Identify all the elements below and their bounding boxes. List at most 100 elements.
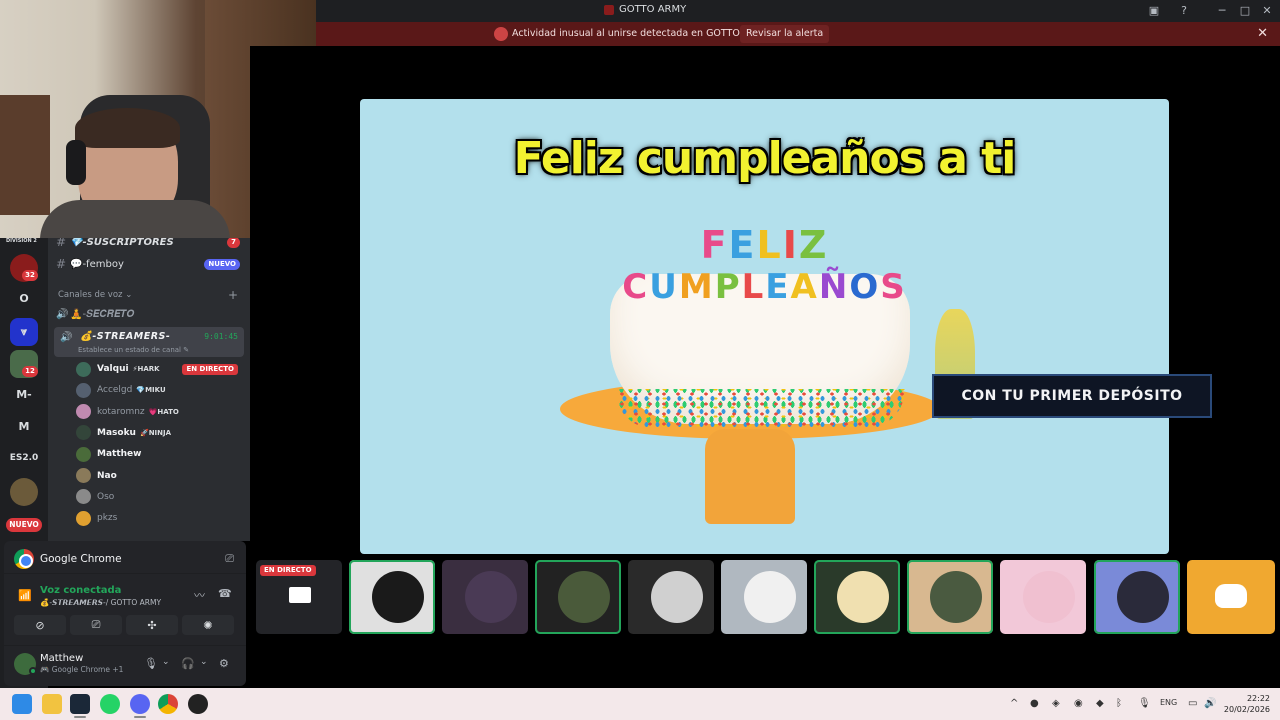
voice-user[interactable]: pkzs	[76, 509, 244, 527]
app-icon[interactable]	[188, 694, 208, 714]
volume-icon[interactable]: 🔊	[1204, 698, 1216, 709]
voice-user[interactable]: Valqui ⚡HARK EN DIRECTO	[76, 360, 244, 378]
server-alert-icon	[494, 27, 508, 41]
settings-gear-icon[interactable]: ⚙	[219, 657, 229, 670]
active-channel-name: 💰-𝙎𝙏𝙍𝙀𝘼𝙈𝙀𝙍𝙎-	[80, 331, 171, 342]
tray-shield-icon[interactable]: ◈	[1052, 698, 1060, 709]
channel-suscriptores[interactable]: # 💎-𝙎𝙐𝙎𝘾𝙍𝙄𝙋𝙏𝙊𝙍𝙀𝙎 7	[56, 238, 244, 252]
discord-logo-icon	[1215, 584, 1247, 608]
server-icon-3[interactable]: ⩔	[10, 318, 38, 346]
server-icon-6[interactable]: M	[10, 412, 38, 440]
voice-channel-streamers[interactable]: 🔊 💰-𝙎𝙏𝙍𝙀𝘼𝙈𝙀𝙍𝙎- 9:01:45 Establece un esta…	[54, 327, 244, 357]
candle-letter: O	[849, 267, 881, 307]
participant-tile[interactable]	[442, 560, 528, 634]
server-icon-8[interactable]	[10, 478, 38, 506]
clock[interactable]: 22:22 20/02/2026	[1224, 693, 1270, 715]
disconnect-icon[interactable]: ☎	[218, 587, 232, 600]
share-screen-button[interactable]: ⎚	[70, 615, 122, 635]
voice-user[interactable]: kotaromnz 💗HATO	[76, 403, 244, 421]
minimize-icon[interactable]: ─	[1214, 3, 1230, 19]
server-icon-2[interactable]: O	[10, 284, 38, 312]
close-window-icon[interactable]: ✕	[1259, 3, 1275, 19]
windows-start-icon[interactable]	[12, 694, 32, 714]
voice-connected-label[interactable]: Voz conectada	[40, 585, 121, 596]
alert-text: Actividad inusual al unirse detectada en…	[512, 28, 770, 39]
headphones-icon[interactable]: 🎧	[181, 657, 195, 670]
voice-channel-secreto[interactable]: 🔊 🧘-𝑺𝑬𝑪𝑹𝑬𝑻𝑶	[56, 304, 244, 324]
avatar	[76, 468, 91, 483]
participant-tile[interactable]	[349, 560, 435, 634]
bluetooth-icon[interactable]: ᛒ	[1116, 698, 1122, 709]
server-icon-7[interactable]: ES2.0	[10, 444, 39, 472]
noise-suppression-icon[interactable]: 〰	[194, 587, 205, 603]
network-icon[interactable]: ▭	[1188, 698, 1197, 709]
screen-share-icon[interactable]: ⎚	[225, 552, 234, 566]
avatar	[465, 571, 517, 623]
channel-femboy[interactable]: # 💬-femboy NUEVO	[56, 254, 244, 274]
whatsapp-icon[interactable]	[100, 694, 120, 714]
stream-view[interactable]: FELIZ CUMPLEAÑOS Feliz cumpleaños a ti	[360, 99, 1169, 554]
chevron-up-icon[interactable]: ^	[1010, 698, 1018, 709]
participant-tile[interactable]	[1000, 560, 1086, 634]
channel-status[interactable]: Establece un estado de canal ✎	[78, 346, 189, 354]
candle-letter: A	[790, 267, 819, 307]
current-user-name[interactable]: Matthew	[40, 653, 83, 664]
avatar	[76, 425, 91, 441]
participant-tile[interactable]	[1187, 560, 1275, 634]
tray-steam-icon[interactable]: ◉	[1074, 698, 1083, 709]
stream-preview-tile[interactable]: EN DIRECTO	[256, 560, 342, 634]
activities-button[interactable]: ✣	[126, 615, 178, 635]
alert-bar: Actividad inusual al unirse detectada en…	[316, 22, 1280, 46]
chevron-down-icon[interactable]: ⌄	[162, 657, 170, 667]
active-indicator	[74, 716, 86, 718]
camera-off-button[interactable]: ⊘	[14, 615, 66, 635]
discord-window: GOTTO ARMY ▣ ? ─ □ ✕ Actividad inusual a…	[0, 0, 1280, 720]
chevron-down-icon[interactable]: ⌄	[200, 657, 208, 667]
voice-user[interactable]: Masoku 🚀NINJA	[76, 424, 244, 442]
voice-user[interactable]: Oso	[76, 488, 244, 506]
participant-tile[interactable]	[1094, 560, 1180, 634]
server-icon-5[interactable]: M-	[10, 380, 38, 408]
voice-category[interactable]: Canales de voz ⌄ +	[58, 288, 240, 302]
file-explorer-icon[interactable]	[42, 694, 62, 714]
review-alert-button[interactable]: Revisar la alerta	[740, 25, 830, 43]
maximize-icon[interactable]: □	[1237, 3, 1253, 19]
help-icon[interactable]: ?	[1176, 3, 1192, 19]
candle-letters-line1: FELIZ	[360, 223, 1169, 267]
chrome-icon[interactable]	[158, 694, 178, 714]
close-icon[interactable]: ✕	[1257, 26, 1268, 41]
new-pill: NUEVO	[6, 518, 42, 532]
voice-user[interactable]: Matthew	[76, 445, 244, 463]
chevron-down-icon: ⌄	[125, 290, 133, 300]
discord-icon[interactable]	[130, 694, 150, 714]
language-indicator[interactable]: ENG	[1160, 698, 1177, 707]
voice-user[interactable]: Accelgd 💎MIKU	[76, 381, 244, 399]
steam-icon[interactable]	[70, 694, 90, 714]
inbox-icon[interactable]: ▣	[1146, 3, 1162, 19]
participant-tile[interactable]	[721, 560, 807, 634]
voice-user[interactable]: Nao	[76, 467, 244, 485]
add-channel-icon[interactable]: +	[228, 288, 238, 302]
stream-title-text: Feliz cumpleaños a ti	[513, 133, 1017, 184]
candle-letter: U	[649, 267, 679, 307]
tray-app-icon[interactable]: ◆	[1096, 698, 1104, 709]
microphone-icon[interactable]: 🎙	[1138, 698, 1151, 709]
channel-name: 💎-𝙎𝙐𝙎𝘾𝙍𝙄𝙋𝙏𝙊𝙍𝙀𝙎	[70, 238, 174, 248]
participant-tile[interactable]	[535, 560, 621, 634]
channel-status-text: Establece un estado de canal	[78, 346, 182, 354]
candle-letter: E	[765, 267, 791, 307]
promo-banner: CON TU PRIMER DEPÓSITO	[932, 374, 1212, 418]
divider	[4, 573, 246, 574]
microphone-icon[interactable]: 🎙	[144, 657, 158, 670]
candle-letter: L	[756, 223, 783, 267]
participant-tile[interactable]	[907, 560, 993, 634]
signal-icon[interactable]: 📶	[18, 589, 32, 602]
tray-app-icon[interactable]: ●	[1030, 698, 1039, 709]
new-badge: NUEVO	[204, 258, 240, 270]
soundboard-button[interactable]: ✺	[182, 615, 234, 635]
voice-user-name: Accelgd	[97, 385, 133, 396]
participant-tile[interactable]	[628, 560, 714, 634]
stream-app: Google Chrome	[14, 549, 122, 569]
channel-list: # 💎-𝙎𝙐𝙎𝘾𝙍𝙄𝙋𝙏𝙊𝙍𝙀𝙎 7 # 💬-femboy NUEVO Cana…	[48, 238, 250, 541]
participant-tile[interactable]	[814, 560, 900, 634]
